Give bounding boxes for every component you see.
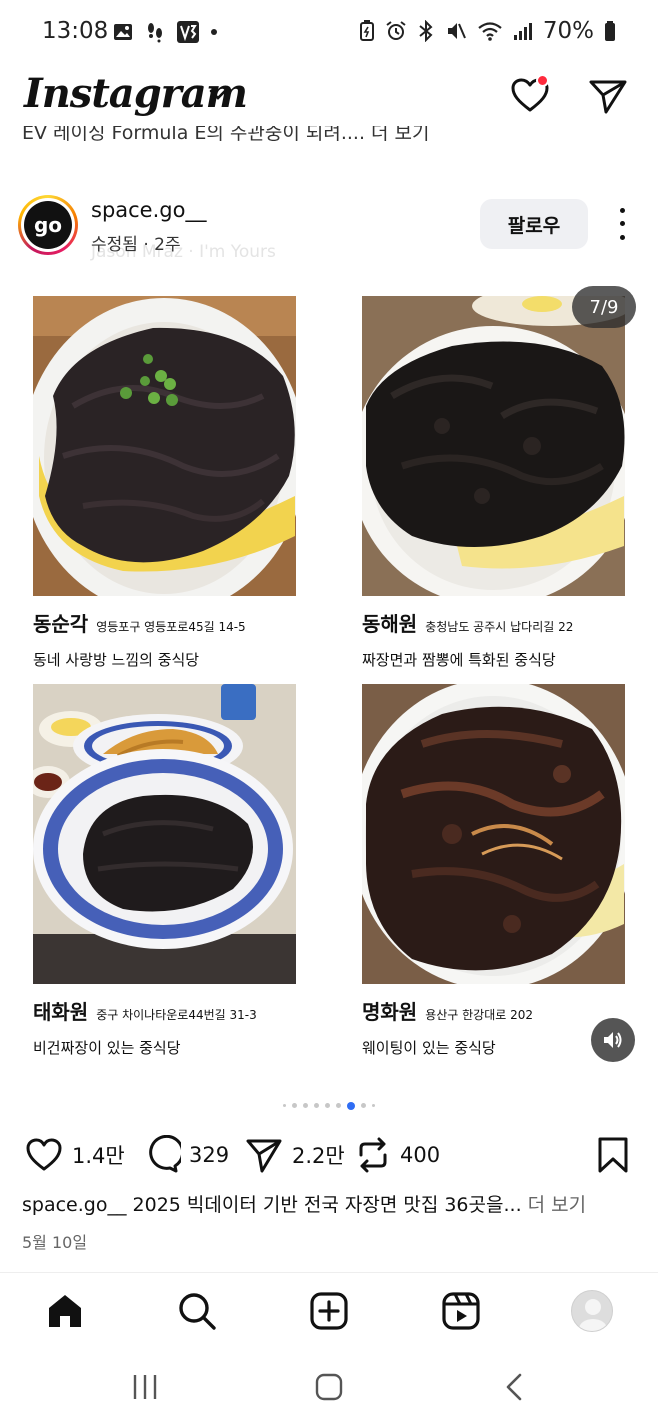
caption-text: 2025 빅데이터 기반 전국 자장면 맛집 36곳을... bbox=[132, 1194, 522, 1216]
more-options-icon[interactable] bbox=[612, 204, 632, 244]
food-photo bbox=[362, 684, 625, 984]
plus-square-icon[interactable] bbox=[309, 1291, 349, 1331]
post-date: 5월 10일 bbox=[22, 1233, 88, 1252]
bottom-navigation bbox=[0, 1272, 658, 1350]
restaurant-name: 동순각 bbox=[33, 612, 89, 636]
restaurant-address: 용산구 한강대로 202 bbox=[425, 1008, 534, 1022]
page-dot bbox=[325, 1103, 330, 1108]
status-notification-icons bbox=[112, 20, 218, 44]
comment-icon bbox=[149, 1135, 181, 1173]
post-caption[interactable]: space.go__ 2025 빅데이터 기반 전국 자장면 맛집 36곳을..… bbox=[22, 1190, 586, 1217]
food-photo bbox=[33, 296, 296, 596]
comment-button[interactable]: 329 bbox=[141, 1132, 229, 1178]
heart-outline-icon bbox=[26, 1138, 62, 1171]
bluetooth-icon bbox=[419, 20, 433, 42]
restaurant-address: 중구 차이나타운로44번길 31-3 bbox=[96, 1008, 257, 1022]
restaurant-name: 동해원 bbox=[362, 612, 418, 636]
carousel-counter: 7/9 bbox=[572, 286, 636, 328]
mute-icon bbox=[447, 23, 466, 39]
home-button-icon[interactable] bbox=[314, 1372, 344, 1402]
restaurant-description: 짜장면과 짬뽕에 특화된 중식당 bbox=[362, 651, 556, 669]
gallery-icon bbox=[114, 24, 132, 40]
repost-button[interactable]: 400 bbox=[354, 1132, 440, 1178]
page-dot bbox=[336, 1103, 341, 1108]
caption-username[interactable]: space.go__ bbox=[22, 1194, 126, 1216]
alarm-icon bbox=[386, 21, 406, 40]
battery-saver-icon bbox=[359, 20, 374, 41]
page-dot bbox=[292, 1103, 297, 1108]
recent-apps-icon[interactable] bbox=[130, 1372, 160, 1402]
back-icon[interactable] bbox=[500, 1372, 530, 1402]
paper-plane-icon bbox=[246, 1139, 282, 1173]
like-button[interactable]: 1.4만 bbox=[24, 1132, 125, 1178]
bookmark-icon[interactable] bbox=[596, 1136, 630, 1174]
notification-dot bbox=[536, 74, 549, 87]
dot-icon bbox=[211, 29, 217, 35]
page-dot bbox=[372, 1104, 375, 1107]
home-icon[interactable] bbox=[45, 1291, 85, 1331]
post-header: go space.go__ Jason Mraz · I'm Yours 수정됨… bbox=[0, 190, 658, 270]
signal-icon bbox=[513, 23, 532, 40]
post-actions: 1.4만 329 2.2만 400 bbox=[0, 1132, 658, 1178]
paper-plane-icon[interactable] bbox=[586, 74, 630, 118]
food-photo bbox=[33, 684, 296, 984]
page-dot bbox=[283, 1104, 286, 1107]
previous-post-caption: EV 레이싱 Formula E의 주관중이 되려.... 더 보기 bbox=[22, 126, 430, 144]
repost-count: 400 bbox=[400, 1143, 441, 1167]
author-avatar[interactable]: go bbox=[18, 195, 78, 255]
restaurant-description: 비건짜장이 있는 중식당 bbox=[33, 1039, 181, 1057]
page-dot bbox=[314, 1103, 319, 1108]
like-count: 1.4만 bbox=[72, 1144, 125, 1168]
post-carousel[interactable]: 동순각 영등포구 영등포로45길 14-5 동네 사랑방 느낌의 중식당 동해원… bbox=[0, 282, 658, 1090]
post-meta: 수정됨 · 2주 bbox=[91, 235, 181, 255]
restaurant-description: 웨이팅이 있는 중식당 bbox=[362, 1039, 496, 1057]
restaurant-card: 태화원 중구 차이나타운로44번길 31-3 비건짜장이 있는 중식당 bbox=[33, 684, 298, 1058]
system-navigation-bar bbox=[0, 1350, 658, 1425]
page-dot bbox=[303, 1103, 308, 1108]
wifi-icon bbox=[478, 22, 502, 41]
restaurant-address: 영등포구 영등포로45길 14-5 bbox=[96, 620, 246, 634]
page-dot bbox=[361, 1103, 366, 1108]
status-bar: 13:08 70% bbox=[0, 0, 658, 64]
speaker-icon[interactable] bbox=[591, 1018, 635, 1062]
restaurant-address: 충청남도 공주시 납다리길 22 bbox=[425, 620, 574, 634]
carousel-pagination bbox=[0, 1102, 658, 1110]
app-header: Instagram bbox=[0, 64, 658, 126]
chevron-down-icon[interactable] bbox=[208, 88, 228, 102]
page-dot-active bbox=[347, 1102, 355, 1110]
footsteps-icon bbox=[148, 23, 162, 43]
restaurant-card: 동순각 영등포구 영등포로45길 14-5 동네 사랑방 느낌의 중식당 bbox=[33, 296, 298, 670]
author-username[interactable]: space.go__ bbox=[91, 198, 206, 222]
status-time: 13:08 bbox=[42, 18, 109, 44]
profile-avatar[interactable] bbox=[571, 1290, 613, 1332]
v3-app-icon bbox=[177, 21, 199, 43]
reels-icon[interactable] bbox=[441, 1291, 481, 1331]
restaurant-description: 동네 사랑방 느낌의 중식당 bbox=[33, 651, 200, 669]
battery-icon bbox=[605, 21, 615, 41]
restaurant-card: 동해원 충청남도 공주시 납다리길 22 짜장면과 짬뽕에 특화된 중식당 bbox=[362, 296, 627, 670]
share-button[interactable]: 2.2만 bbox=[244, 1132, 345, 1178]
caption-more-link[interactable]: 더 보기 bbox=[528, 1194, 586, 1216]
restaurant-name: 명화원 bbox=[362, 1000, 418, 1024]
status-system-icons: 70% bbox=[359, 18, 616, 44]
food-photo bbox=[362, 296, 625, 596]
share-count: 2.2만 bbox=[292, 1144, 345, 1168]
follow-button[interactable]: 팔로우 bbox=[480, 199, 588, 249]
restaurant-name: 태화원 bbox=[33, 1000, 89, 1024]
restaurant-card: 명화원 용산구 한강대로 202 웨이팅이 있는 중식당 bbox=[362, 684, 627, 1058]
repost-icon bbox=[359, 1137, 387, 1173]
comment-count: 329 bbox=[189, 1143, 230, 1167]
battery-percent: 70% bbox=[542, 18, 594, 44]
search-icon[interactable] bbox=[177, 1291, 217, 1331]
